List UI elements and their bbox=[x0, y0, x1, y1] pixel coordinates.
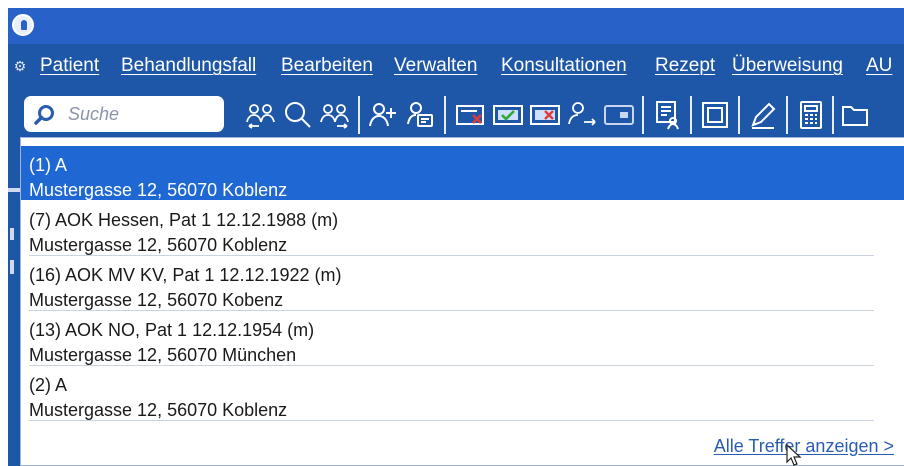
menu-bearbeiten[interactable]: Bearbeiten bbox=[281, 55, 373, 77]
card-reader-green-icon[interactable] bbox=[491, 98, 525, 132]
add-patient-icon[interactable] bbox=[366, 98, 400, 132]
search-input[interactable] bbox=[66, 98, 220, 130]
toolbar-separator bbox=[832, 96, 834, 134]
toolbar-separator bbox=[786, 96, 788, 134]
app-logo-icon[interactable] bbox=[12, 14, 34, 36]
menu-konsultationen[interactable]: Konsultationen bbox=[501, 55, 627, 77]
folder-icon[interactable] bbox=[838, 98, 872, 132]
mouse-cursor-icon bbox=[786, 444, 802, 466]
patient-swap-right-icon[interactable] bbox=[318, 98, 352, 132]
patient-swap-left-icon[interactable] bbox=[244, 98, 278, 132]
toolbar-separator bbox=[690, 96, 692, 134]
patient-forward-icon[interactable] bbox=[565, 98, 599, 132]
result-address: Mustergasse 12, 56070 Koblenz bbox=[29, 180, 288, 200]
result-item[interactable]: (7) AOK Hessen, Pat 1 12.12.1988 (m) Mus… bbox=[21, 201, 904, 255]
menu-bar: ⚙ Patient Behandlungsfall Bearbeiten Ver… bbox=[8, 44, 904, 88]
toolbar-separator bbox=[738, 96, 740, 134]
menu-app-icon[interactable]: ⚙ bbox=[12, 58, 28, 74]
result-name: (13) AOK NO, Pat 1 12.12.1954 (m) bbox=[29, 320, 315, 340]
row-divider bbox=[29, 420, 874, 421]
result-name: (1) A bbox=[29, 155, 68, 175]
toolbar-separator bbox=[358, 96, 360, 134]
menu-patient[interactable]: Patient bbox=[40, 55, 99, 77]
result-name: (2) A bbox=[29, 375, 68, 395]
calculator-icon[interactable] bbox=[794, 98, 828, 132]
menu-rezept[interactable]: Rezept bbox=[655, 55, 715, 77]
document-person-icon[interactable] bbox=[650, 98, 684, 132]
toolbar-separator bbox=[642, 96, 644, 134]
menu-ueberweisung[interactable]: Überweisung bbox=[732, 55, 843, 77]
card-reader-red-icon[interactable] bbox=[454, 98, 488, 132]
card-reader-cross-icon[interactable] bbox=[528, 98, 562, 132]
pen-icon[interactable] bbox=[746, 98, 780, 132]
toolbar bbox=[8, 88, 904, 142]
menu-au[interactable]: AU bbox=[866, 55, 892, 77]
patient-card-icon[interactable] bbox=[403, 98, 437, 132]
search-icon bbox=[34, 105, 54, 125]
result-item[interactable]: (1) A Mustergasse 12, 56070 Koblenz bbox=[21, 146, 904, 200]
menu-verwalten[interactable]: Verwalten bbox=[394, 55, 477, 77]
frame-icon[interactable] bbox=[698, 98, 732, 132]
title-bar bbox=[8, 8, 904, 44]
search-box[interactable] bbox=[24, 96, 224, 132]
result-item[interactable]: (2) A Mustergasse 12, 56070 Koblenz bbox=[21, 366, 904, 420]
result-item[interactable]: (13) AOK NO, Pat 1 12.12.1954 (m) Muster… bbox=[21, 311, 904, 365]
result-name: (7) AOK Hessen, Pat 1 12.12.1988 (m) bbox=[29, 210, 339, 230]
search-results-dropdown: (1) A Mustergasse 12, 56070 Koblenz (7) … bbox=[20, 137, 904, 466]
toolbar-separator bbox=[444, 96, 446, 134]
search-patient-icon[interactable] bbox=[281, 98, 315, 132]
result-name: (16) AOK MV KV, Pat 1 12.12.1922 (m) bbox=[29, 265, 342, 285]
card-icon[interactable] bbox=[602, 98, 636, 132]
result-item[interactable]: (16) AOK MV KV, Pat 1 12.12.1922 (m) Mus… bbox=[21, 256, 904, 310]
menu-behandlungsfall[interactable]: Behandlungsfall bbox=[121, 55, 256, 77]
